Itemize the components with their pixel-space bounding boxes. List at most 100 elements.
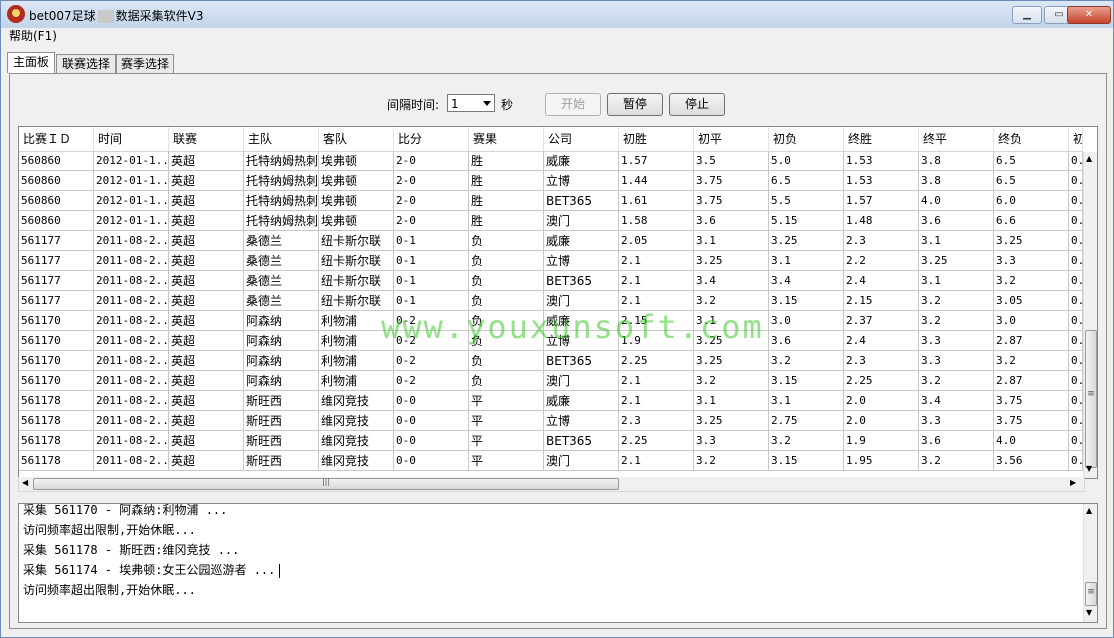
table-row[interactable]: 561170 2011-08-2... 英超 阿森纳 利物浦 0-2 负 BET365 2.25… [19,351,1083,371]
log-output[interactable]: ▲ ≡ ▼ 采集 561170 - 阿森纳:利物浦 ... 访问频率超出限制,开始… [18,503,1098,623]
column-header[interactable]: 联赛 [169,127,244,151]
table-cell: 3.3 [694,431,769,451]
grid-vertical-thumb[interactable]: ≡ [1085,330,1097,468]
table-cell: 胜 [469,152,544,171]
table-cell: 0-2 [394,351,469,371]
table-cell: 维冈竞技 [319,391,394,411]
column-header[interactable]: 初 [1069,127,1083,151]
table-cell: 1.9 [844,431,919,451]
table-row[interactable]: 561178 2011-08-2... 英超 斯旺西 维冈竞技 0-0 平澳门 2.1 3.2 3… [19,451,1083,471]
table-row[interactable]: 560860 2012-01-1... 英超 托特纳姆热刺 埃弗顿 2-0 胜 BET365 1… [19,191,1083,211]
column-header[interactable]: 初胜 [619,127,694,151]
table-cell: BET365 [544,191,619,211]
table-row[interactable]: 561178 2011-08-2... 英超 斯旺西 维冈竞技 0-0 平立博 2.3 3.25… [19,411,1083,431]
table-row[interactable]: 561177 2011-08-2... 英超 桑德兰 纽卡斯尔联 0-1 负威廉 2.05 3.… [19,231,1083,251]
table-cell: 利物浦 [319,331,394,351]
table-cell: 利物浦 [319,311,394,331]
table-cell: 561178 [19,411,94,431]
table-cell: 2-0 [394,211,469,231]
column-header[interactable]: 比分 [394,127,469,151]
table-cell: 561178 [19,431,94,451]
scroll-up-icon[interactable]: ▲ [1086,154,1092,163]
table-cell: 1.48 [844,211,919,231]
table-cell: 561177 [19,251,94,271]
menu-help[interactable]: 帮助(F1) [9,28,57,44]
table-cell: 3.2 [769,431,844,451]
scroll-left-icon[interactable]: ◀ [22,478,28,487]
table-cell: 561177 [19,291,94,311]
table-cell: 2011-08-2... [94,371,169,391]
table-cell: 斯旺西 [244,431,319,451]
start-button[interactable]: 开始 [545,93,601,116]
table-row[interactable]: 561178 2011-08-2... 英超 斯旺西 维冈竞技 0-0 平威廉 2.1 3.1 3… [19,391,1083,411]
app-logo-icon [7,5,25,23]
table-row[interactable]: 561177 2011-08-2... 英超 桑德兰 纽卡斯尔联 0-1 负澳门 2.1 3.2… [19,291,1083,311]
close-button[interactable]: ✕ [1067,6,1111,24]
log-line-text: 访问频率超出限制,开始休眠... [23,583,196,597]
table-cell: 3.1 [769,251,844,271]
scroll-down-icon[interactable]: ▼ [1086,464,1092,473]
table-cell: 澳门 [544,451,619,471]
column-header[interactable]: 赛果 [469,127,544,151]
grip-icon: ≡ [1087,587,1095,597]
column-header[interactable]: 初负 [769,127,844,151]
scroll-down-icon[interactable]: ▼ [1086,608,1092,617]
minimize-button[interactable]: ▁ [1012,6,1042,24]
table-cell: 平 [469,451,544,471]
table-row[interactable]: 560860 2012-01-1... 英超 托特纳姆热刺 埃弗顿 2-0 胜威廉 1.57 3… [19,152,1083,171]
table-row[interactable]: 561170 2011-08-2... 英超 阿森纳 利物浦 0-2 负威廉 2.15 3.1 3… [19,311,1083,331]
table-cell: 负 [469,351,544,371]
column-header[interactable]: 客队 [319,127,394,151]
table-cell: 2011-08-2... [94,331,169,351]
log-vertical-thumb[interactable]: ≡ [1085,582,1097,606]
log-vertical-scrollbar[interactable]: ▲ ≡ ▼ [1083,504,1097,622]
table-cell: 3.15 [769,291,844,311]
table-row[interactable]: 561177 2011-08-2... 英超 桑德兰 纽卡斯尔联 0-1 负立博 2.1 3.2… [19,251,1083,271]
column-header[interactable]: 公司 [544,127,619,151]
table-cell: 3.6 [919,211,994,231]
table-row[interactable]: 561170 2011-08-2... 英超 阿森纳 利物浦 0-2 负澳门 2.1 3.2 3.… [19,371,1083,391]
table-cell: 3.2 [769,351,844,371]
table-row[interactable]: 560860 2012-01-1... 英超 托特纳姆热刺 埃弗顿 2-0 胜立博 1.44 3… [19,171,1083,191]
table-cell: 负 [469,291,544,311]
data-grid[interactable]: 比赛ＩＤ时间联赛主队客队比分赛果公司初胜初平初负终胜终平终负初 56086020… [18,126,1098,479]
pause-button[interactable]: 暂停 [607,93,663,116]
table-cell: 3.0 [994,311,1069,331]
table-row[interactable]: 561170 2011-08-2... 英超 阿森纳 利物浦 0-2 负立博 1.9 3.25 3… [19,331,1083,351]
column-header[interactable]: 主队 [244,127,319,151]
grid-horizontal-thumb[interactable]: ||| [33,477,619,490]
table-cell: 3.1 [769,391,844,411]
table-cell: 英超 [169,271,244,291]
table-cell: 2011-08-2... [94,351,169,371]
grid-horizontal-scrollbar[interactable]: ◀ ||| ▶ [18,477,1085,492]
table-cell: 0. [1069,331,1083,351]
table-cell: 2.1 [619,251,694,271]
table-row[interactable]: 561178 2011-08-2... 英超 斯旺西 维冈竞技 0-0 平 BET365 2.2… [19,431,1083,451]
scroll-right-icon[interactable]: ▶ [1070,478,1076,487]
table-cell: 埃弗顿 [319,171,394,191]
table-cell: 3.1 [694,311,769,331]
tab-league-select[interactable]: 联赛选择 [56,54,116,73]
interval-select[interactable]: 1 [447,94,495,112]
table-cell: BET365 [544,271,619,291]
table-cell: 阿森纳 [244,371,319,391]
table-row[interactable]: 560860 2012-01-1... 英超 托特纳姆热刺 埃弗顿 2-0 胜澳门 1.58 3… [19,211,1083,231]
table-cell: 2.1 [619,271,694,291]
stop-button[interactable]: 停止 [669,93,725,116]
table-cell: 2.1 [619,371,694,391]
column-header[interactable]: 时间 [94,127,169,151]
scroll-up-icon[interactable]: ▲ [1086,506,1092,515]
column-header[interactable]: 初平 [694,127,769,151]
tab-season-select[interactable]: 赛季选择 [116,54,174,73]
table-cell: 胜 [469,171,544,191]
column-header[interactable]: 终胜 [844,127,919,151]
table-cell: 3.1 [694,231,769,251]
table-cell: 0. [1069,451,1083,471]
grid-vertical-scrollbar[interactable]: ▲ ≡ ▼ [1083,152,1097,478]
column-header[interactable]: 终负 [994,127,1069,151]
table-row[interactable]: 561177 2011-08-2... 英超 桑德兰 纽卡斯尔联 0-1 负 BET365 2.… [19,271,1083,291]
tab-main-panel[interactable]: 主面板 [7,52,55,73]
column-header[interactable]: 比赛ＩＤ [19,127,94,151]
table-cell: 1.53 [844,171,919,191]
column-header[interactable]: 终平 [919,127,994,151]
